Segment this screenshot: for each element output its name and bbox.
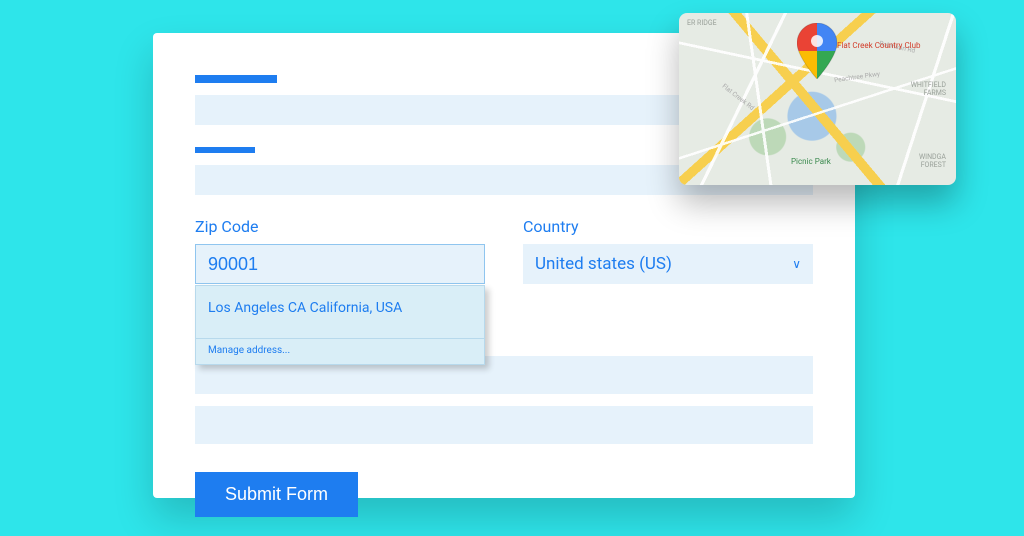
- label-underline-2: [195, 147, 255, 153]
- chevron-down-icon: ∨: [792, 257, 801, 271]
- map-area-label: WHITFIELD FARMS: [911, 81, 946, 97]
- manage-address-link[interactable]: Manage address...: [208, 345, 472, 356]
- autocomplete-suggestion[interactable]: Los Angeles CA California, USA: [208, 296, 472, 334]
- zip-country-row: Zip Code Los Angeles CA California, USA …: [195, 217, 813, 284]
- label-underline-1: [195, 75, 277, 83]
- country-column: Country United states (US) ∨: [523, 217, 813, 284]
- map-area-label: WINDGA FOREST: [919, 153, 946, 169]
- map-poi-country-club[interactable]: Flat Creek Country Club: [837, 41, 921, 50]
- zip-column: Zip Code Los Angeles CA California, USA …: [195, 217, 485, 284]
- country-select[interactable]: United states (US) ∨: [523, 244, 813, 284]
- input-placeholder-4[interactable]: [195, 406, 813, 444]
- google-maps-pin-icon: [797, 23, 837, 79]
- country-value: United states (US): [535, 254, 672, 274]
- zip-input[interactable]: [195, 244, 485, 284]
- autocomplete-divider: [196, 338, 484, 339]
- map-poi-park[interactable]: Picnic Park: [791, 157, 831, 166]
- submit-button[interactable]: Submit Form: [195, 472, 358, 517]
- autocomplete-dropdown: Los Angeles CA California, USA Manage ad…: [195, 285, 485, 365]
- country-label: Country: [523, 217, 813, 236]
- map-widget[interactable]: ER RIDGE WHITFIELD FARMS WINDGA FOREST F…: [679, 13, 956, 185]
- zip-label: Zip Code: [195, 217, 485, 236]
- map-area-label: ER RIDGE: [687, 19, 717, 27]
